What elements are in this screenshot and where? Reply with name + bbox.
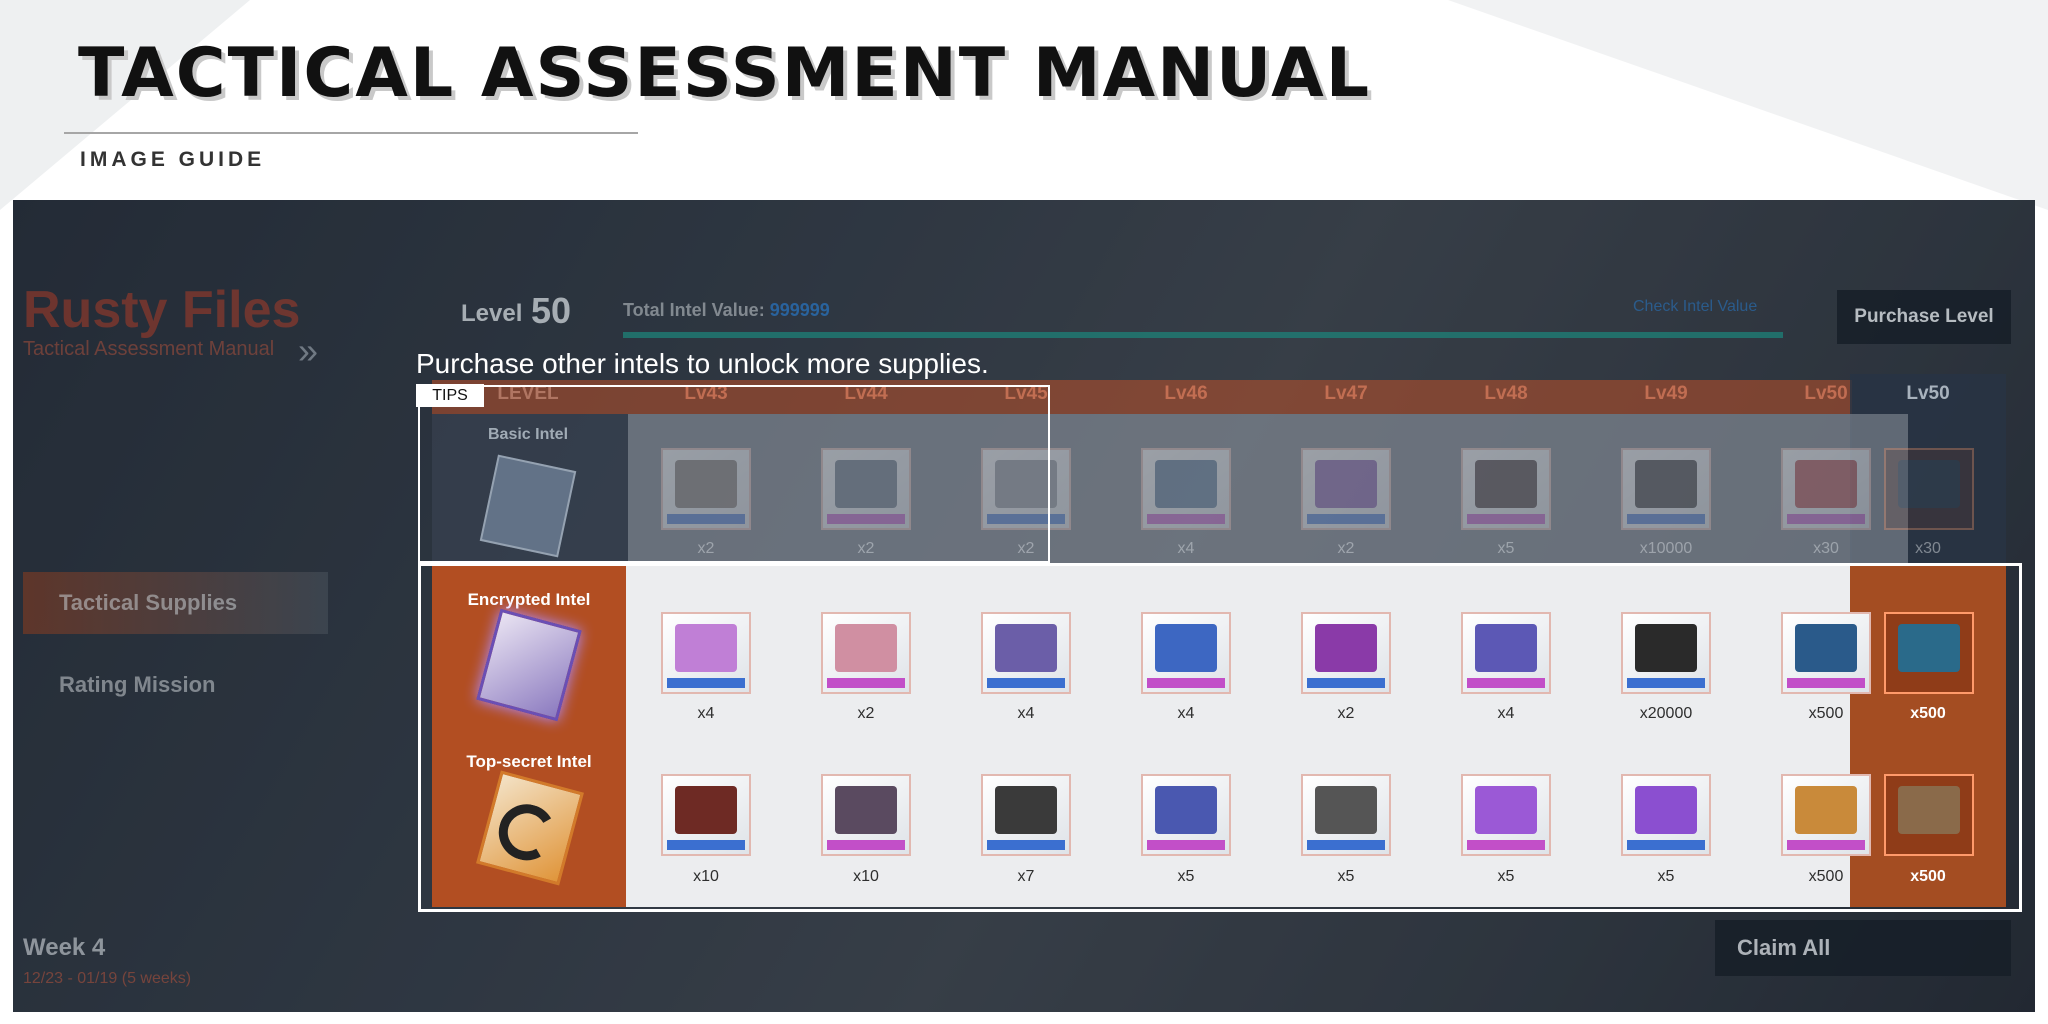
reward-item[interactable] [1301,448,1391,530]
supply-rarity-bar [1147,514,1225,524]
reward-quantity: x2 [1337,540,1355,557]
highlight-frame [418,563,2022,912]
reward-item[interactable] [1141,448,1231,530]
sidebar-item-rating-mission[interactable]: Rating Mission [23,654,328,716]
reward-item-icon [1475,460,1537,508]
intel-value-label: Total Intel Value: [623,300,765,320]
supply-rarity-bar [1627,514,1705,524]
level-header: Lv48 [1484,383,1528,404]
reward-quantity: x5 [1497,540,1515,557]
supply-rarity-bar [1467,514,1545,524]
final-reward-icon [1898,460,1960,508]
tips-frame [418,385,1050,563]
reward-item-icon [1635,460,1697,508]
event-title: Rusty Files [23,281,301,339]
header-decor-right [1448,0,2048,210]
reward-quantity: x10000 [1639,540,1693,557]
sidebar-item-tactical-supplies[interactable]: Tactical Supplies [23,572,328,634]
reward-item[interactable] [1621,448,1711,530]
reward-item-icon [1315,460,1377,508]
reward-item[interactable] [1781,448,1871,530]
chevron-right-icon: » [298,330,319,371]
level-header: Lv49 [1644,383,1688,404]
level-label: Level [461,300,523,327]
tips-tag: TIPS [416,384,484,407]
level-header: Lv47 [1324,383,1368,404]
final-reward-item[interactable] [1884,448,1974,530]
final-reward-quantity: x30 [1915,540,1941,557]
reward-item-icon [1795,460,1857,508]
purchase-level-button[interactable]: Purchase Level [1837,290,2011,344]
total-intel-value: Total Intel Value: 999999 [623,300,830,321]
supply-rarity-bar [1787,514,1865,524]
level-header: Lv46 [1164,383,1208,404]
tip-text: Purchase other intels to unlock more sup… [416,348,989,379]
week-dates: 12/23 - 01/19 (5 weeks) [23,970,192,987]
supply-rarity-bar [1307,514,1385,524]
level-value: 50 [531,290,572,331]
reward-item-icon [1155,460,1217,508]
check-intel-value-link[interactable]: Check Intel Value [1633,298,1757,316]
reward-item[interactable] [1461,448,1551,530]
page-title: TACTICAL ASSESSMENT MANUAL [78,34,1372,113]
page-subtitle: IMAGE GUIDE [80,148,266,171]
week-label: Week 4 [23,934,106,961]
final-level-header: Lv50 [1906,383,1950,404]
intel-value-number: 999999 [769,300,830,320]
event-subtitle: Tactical Assessment Manual [23,338,275,360]
reward-quantity: x4 [1177,540,1195,557]
claim-all-button[interactable]: Claim All [1715,920,2011,976]
intel-progress-bar [623,332,1783,338]
title-divider [64,132,638,134]
